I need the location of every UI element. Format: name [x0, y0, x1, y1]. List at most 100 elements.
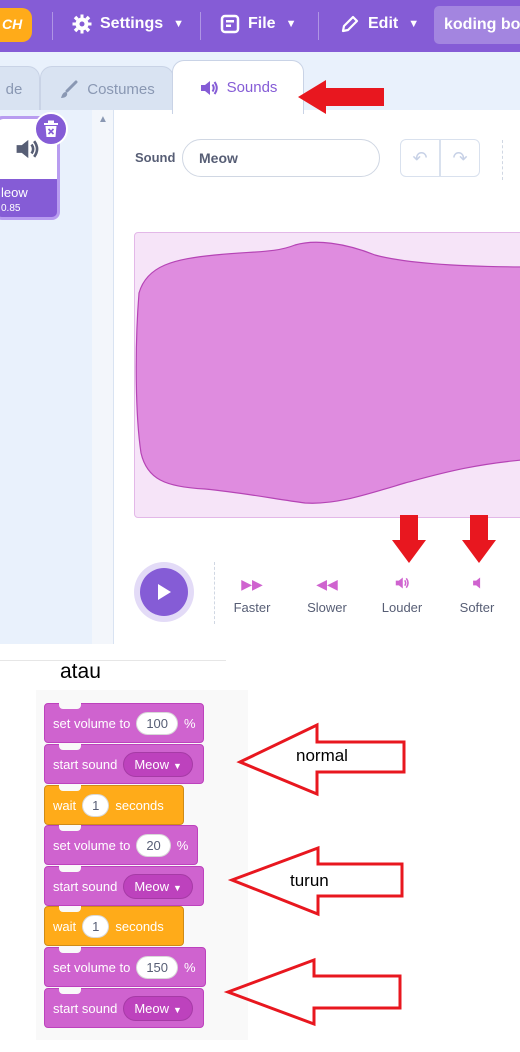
percent-label: % — [184, 959, 196, 975]
sound-dropdown-value: Meow — [134, 1000, 170, 1016]
menu-separator — [318, 12, 319, 40]
tab-costumes-label: Costumes — [87, 81, 155, 98]
settings-menu[interactable]: Settings ▼ — [72, 14, 184, 34]
project-title-input[interactable]: koding bo — [434, 6, 520, 44]
effect-softer-label: Softer — [459, 600, 495, 615]
block-text: start sound — [53, 878, 118, 894]
atau-label: atau — [60, 660, 101, 683]
block-notch — [59, 703, 81, 709]
toolbar-divider — [502, 140, 503, 180]
block-notch — [59, 866, 81, 872]
start-sound-block[interactable]: start sound Meow ▼ — [44, 744, 204, 784]
waveform-shape — [135, 241, 520, 504]
block-notch — [59, 785, 81, 791]
set-volume-block[interactable]: set volume to 20 % — [44, 825, 198, 865]
volume-input[interactable]: 150 — [136, 955, 179, 979]
effect-faster-button[interactable]: ▶▶ Faster — [219, 576, 285, 615]
effect-louder-button[interactable]: Louder — [369, 576, 435, 615]
set-volume-block[interactable]: set volume to 100 % — [44, 703, 204, 743]
sound-dropdown[interactable]: Meow ▼ — [123, 873, 193, 899]
redo-button[interactable]: ↷ — [440, 139, 480, 177]
volume-input[interactable]: 20 — [136, 833, 171, 857]
chevron-down-icon: ▼ — [408, 18, 420, 30]
gear-icon — [72, 14, 92, 34]
effect-softer-button[interactable]: Softer — [444, 576, 510, 615]
sound-dropdown-value: Meow — [134, 878, 170, 894]
effect-faster-label: Faster — [233, 600, 271, 615]
pencil-icon — [341, 15, 359, 33]
percent-label: % — [184, 715, 196, 731]
play-button-inner — [140, 568, 188, 616]
scratch-logo[interactable]: CH — [0, 8, 32, 42]
effects-divider — [214, 562, 215, 624]
block-text: start sound — [53, 756, 118, 772]
scroll-up-icon[interactable]: ▲ — [98, 114, 108, 125]
delete-sound-button[interactable] — [34, 112, 68, 146]
block-text: set volume to — [53, 959, 131, 975]
play-sound-button[interactable] — [134, 562, 194, 622]
screenshot-root: CH Settings ▼ File ▼ Edit ▼ koding bo de… — [0, 0, 520, 1052]
start-sound-block[interactable]: start sound Meow ▼ — [44, 866, 204, 906]
arrow-outline-third — [223, 957, 402, 1027]
tab-code[interactable]: de — [0, 66, 40, 112]
percent-label: % — [176, 837, 189, 853]
effect-louder-label: Louder — [381, 600, 423, 615]
chevron-down-icon: ▼ — [173, 18, 185, 30]
block-notch — [59, 744, 81, 750]
block-notch — [59, 947, 81, 953]
block-text: start sound — [53, 1000, 118, 1016]
sound-list-scrollbar[interactable]: ▲ — [92, 110, 114, 644]
block-notch — [59, 906, 81, 912]
dropdown-caret-icon: ▼ — [173, 882, 182, 893]
brush-icon — [61, 80, 78, 98]
divider-line — [0, 660, 226, 661]
set-volume-block[interactable]: set volume to 150 % — [44, 947, 206, 987]
wait-block[interactable]: wait 1 seconds — [44, 906, 184, 946]
logo-text: CH — [2, 16, 23, 32]
tab-code-label: de — [5, 81, 23, 98]
edit-menu[interactable]: Edit ▼ — [340, 14, 419, 34]
wait-input[interactable]: 1 — [82, 914, 110, 938]
wait-block[interactable]: wait 1 seconds — [44, 785, 184, 825]
file-menu[interactable]: File ▼ — [220, 14, 296, 34]
volume-input[interactable]: 100 — [136, 711, 179, 735]
start-sound-block[interactable]: start sound Meow ▼ — [44, 988, 204, 1028]
edit-label: Edit — [368, 15, 399, 32]
volume-down-icon — [444, 576, 510, 594]
dropdown-caret-icon: ▼ — [173, 760, 182, 771]
play-icon — [158, 584, 171, 600]
speaker-icon — [16, 139, 39, 159]
undo-button[interactable]: ↶ — [400, 139, 440, 177]
annotation-normal: normal — [296, 746, 348, 765]
effect-slower-label: Slower — [307, 600, 347, 615]
seconds-label: seconds — [115, 797, 164, 813]
sound-name-input[interactable] — [182, 139, 380, 177]
sound-item-name: leow — [1, 185, 28, 200]
sound-dropdown[interactable]: Meow ▼ — [123, 995, 193, 1021]
dropdown-caret-icon: ▼ — [173, 1004, 182, 1015]
trash-icon — [44, 120, 58, 137]
wait-input[interactable]: 1 — [82, 793, 110, 817]
menu-bar: CH Settings ▼ File ▼ Edit ▼ koding bo — [0, 0, 520, 52]
waveform-display[interactable] — [134, 232, 520, 518]
fast-forward-icon: ▶▶ — [241, 576, 263, 592]
block-notch — [59, 825, 81, 831]
speaker-icon — [200, 80, 218, 95]
tab-sounds-label: Sounds — [226, 79, 278, 96]
chevron-down-icon: ▼ — [285, 18, 297, 30]
sound-item-duration: 0.85 — [1, 203, 21, 214]
sound-dropdown-value: Meow — [134, 756, 170, 772]
tab-costumes[interactable]: Costumes — [40, 66, 174, 112]
seconds-label: seconds — [115, 918, 164, 934]
sound-name-label: Sound — [135, 150, 176, 165]
block-text: set volume to — [53, 715, 131, 731]
menu-separator — [200, 12, 201, 40]
effect-slower-button[interactable]: ◀◀ Slower — [294, 576, 360, 615]
tab-sounds[interactable]: Sounds — [172, 60, 304, 114]
rewind-icon: ◀◀ — [316, 576, 338, 592]
file-icon — [220, 14, 240, 34]
undo-icon: ↶ — [412, 147, 428, 168]
block-text: wait — [53, 797, 77, 813]
sound-dropdown[interactable]: Meow ▼ — [123, 751, 193, 777]
annotation-turun: turun — [290, 871, 329, 890]
